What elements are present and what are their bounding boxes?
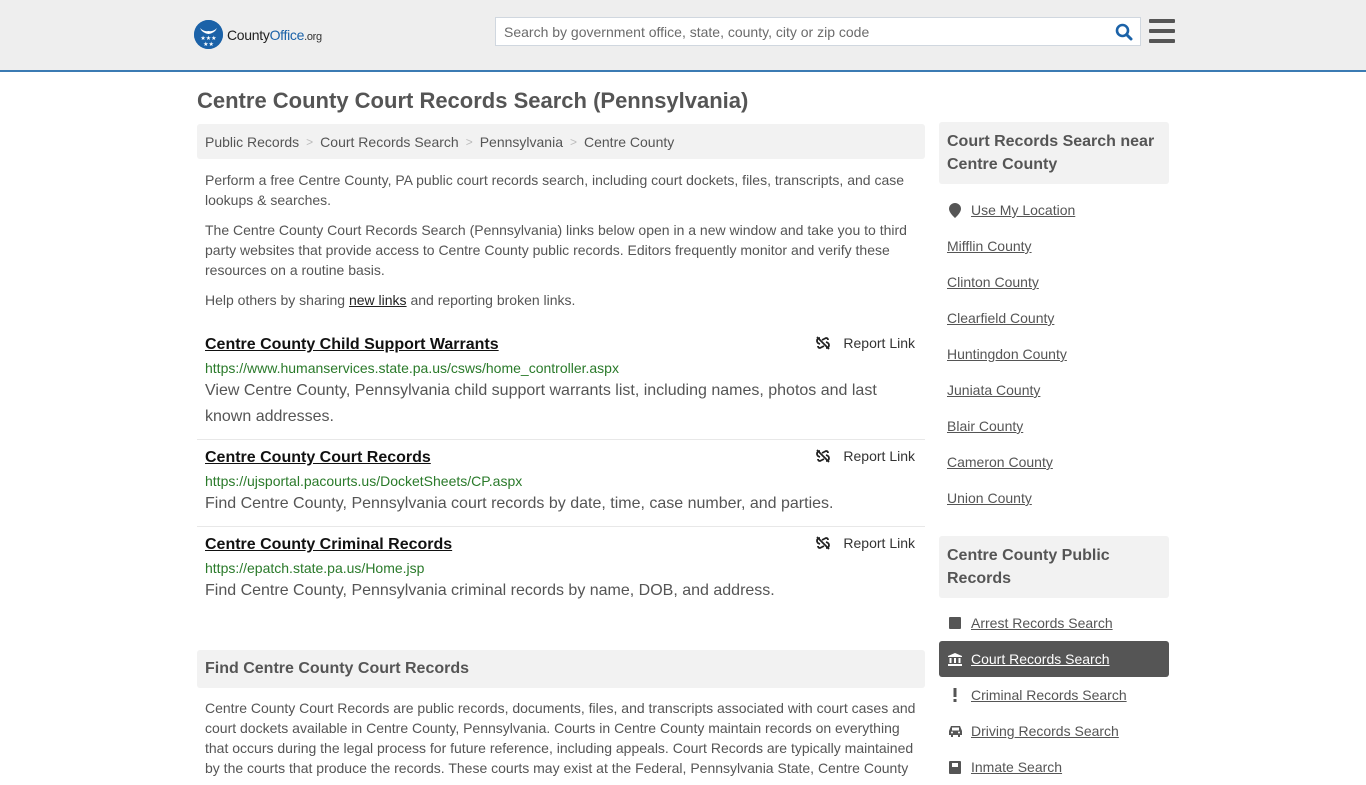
report-link-button[interactable]: Report Link <box>815 335 915 351</box>
use-my-location-link[interactable]: Use My Location <box>971 202 1075 218</box>
nearby-county-item[interactable]: Union County <box>939 480 1169 516</box>
nearby-county-link[interactable]: Juniata County <box>947 382 1040 398</box>
sidebar-item-inmate-search[interactable]: Inmate Search <box>939 749 1169 785</box>
result-title-link[interactable]: Centre County Child Support Warrants <box>205 335 499 355</box>
sidebar: Court Records Search near Centre County … <box>939 122 1169 785</box>
results-list: Centre County Child Support Warrants Rep… <box>197 327 925 613</box>
report-link-button[interactable]: Report Link <box>815 535 915 551</box>
intro-paragraph-2: The Centre County Court Records Search (… <box>205 222 907 278</box>
site-header: ★★★ ★★ CountyOffice.org <box>0 0 1366 72</box>
intro-paragraph-1: Perform a free Centre County, PA public … <box>205 172 905 208</box>
courthouse-icon <box>947 652 963 666</box>
logo-text: CountyOffice.org <box>227 26 322 43</box>
new-links-link[interactable]: new links <box>349 292 407 308</box>
eagle-badge-icon: ★★★ ★★ <box>194 20 223 49</box>
breadcrumb-public-records[interactable]: Public Records <box>205 134 299 150</box>
breadcrumb: Public Records > Court Records Search > … <box>197 124 925 159</box>
nearby-county-item[interactable]: Cameron County <box>939 444 1169 480</box>
nearby-heading: Court Records Search near Centre County <box>939 122 1169 184</box>
nearby-county-link[interactable]: Clearfield County <box>947 310 1054 326</box>
sidebar-link[interactable]: Court Records Search <box>971 651 1110 667</box>
broken-link-icon <box>816 449 831 463</box>
intro-text: Perform a free Centre County, PA public … <box>197 170 925 310</box>
search-icon <box>1115 23 1133 40</box>
search-bar <box>495 17 1141 46</box>
sidebar-item-driving-records[interactable]: Driving Records Search <box>939 713 1169 749</box>
breadcrumb-separator: > <box>569 134 577 149</box>
nearby-county-item[interactable]: Huntingdon County <box>939 336 1169 372</box>
breadcrumb-separator: > <box>465 134 473 149</box>
breadcrumb-centre-county[interactable]: Centre County <box>584 134 674 150</box>
nearby-county-item[interactable]: Clearfield County <box>939 300 1169 336</box>
inmate-icon <box>947 760 963 774</box>
sidebar-link[interactable]: Arrest Records Search <box>971 615 1113 631</box>
broken-link-icon <box>816 336 831 350</box>
result-description: View Centre County, Pennsylvania child s… <box>205 382 877 425</box>
nearby-county-item[interactable]: Blair County <box>939 408 1169 444</box>
intro-paragraph-3: Help others by sharing new links and rep… <box>205 292 576 308</box>
nearby-list: Use My Location Mifflin County Clinton C… <box>939 192 1169 516</box>
breadcrumb-pennsylvania[interactable]: Pennsylvania <box>480 134 563 150</box>
result-url: https://www.humanservices.state.pa.us/cs… <box>205 360 619 376</box>
search-input[interactable] <box>496 18 1108 45</box>
public-records-list: Arrest Records Search Court Records Sear… <box>939 605 1169 785</box>
exclamation-icon <box>947 688 963 702</box>
nearby-county-link[interactable]: Blair County <box>947 418 1023 434</box>
nearby-county-item[interactable]: Juniata County <box>939 372 1169 408</box>
sidebar-item-court-records[interactable]: Court Records Search <box>939 641 1169 677</box>
sidebar-link[interactable]: Criminal Records Search <box>971 687 1127 703</box>
result-title-link[interactable]: Centre County Criminal Records <box>205 535 452 555</box>
result-url: https://epatch.state.pa.us/Home.jsp <box>205 560 425 576</box>
nearby-county-item[interactable]: Clinton County <box>939 264 1169 300</box>
map-marker-icon <box>947 202 963 218</box>
nearby-county-link[interactable]: Union County <box>947 490 1032 506</box>
square-icon <box>947 617 963 629</box>
result-item: Centre County Criminal Records Report Li… <box>197 527 925 613</box>
site-logo[interactable]: ★★★ ★★ CountyOffice.org <box>194 20 322 49</box>
result-description: Find Centre County, Pennsylvania crimina… <box>205 582 775 599</box>
nearby-county-link[interactable]: Cameron County <box>947 454 1053 470</box>
sidebar-item-criminal-records[interactable]: Criminal Records Search <box>939 677 1169 713</box>
find-records-heading: Find Centre County Court Records <box>197 650 925 688</box>
use-my-location-item[interactable]: Use My Location <box>939 192 1169 228</box>
sidebar-item-arrest-records[interactable]: Arrest Records Search <box>939 605 1169 641</box>
search-button[interactable] <box>1108 18 1140 45</box>
car-icon <box>947 725 963 737</box>
nearby-county-link[interactable]: Huntingdon County <box>947 346 1067 362</box>
nearby-county-item[interactable]: Mifflin County <box>939 228 1169 264</box>
result-description: Find Centre County, Pennsylvania court r… <box>205 495 834 512</box>
nearby-county-link[interactable]: Clinton County <box>947 274 1039 290</box>
sidebar-link[interactable]: Driving Records Search <box>971 723 1119 739</box>
broken-link-icon <box>816 536 831 550</box>
svg-text:★★: ★★ <box>203 41 214 48</box>
find-records-body: Centre County Court Records are public r… <box>205 700 916 776</box>
breadcrumb-separator: > <box>306 134 314 149</box>
page-title: Centre County Court Records Search (Penn… <box>197 88 749 113</box>
result-item: Centre County Child Support Warrants Rep… <box>197 327 925 440</box>
report-link-button[interactable]: Report Link <box>815 448 915 464</box>
result-title-link[interactable]: Centre County Court Records <box>205 448 431 468</box>
hamburger-menu-icon[interactable] <box>1149 19 1175 43</box>
result-item: Centre County Court Records Report Link … <box>197 440 925 527</box>
public-records-heading: Centre County Public Records <box>939 536 1169 598</box>
nearby-county-link[interactable]: Mifflin County <box>947 238 1032 254</box>
breadcrumb-court-records-search[interactable]: Court Records Search <box>320 134 459 150</box>
sidebar-link[interactable]: Inmate Search <box>971 759 1062 775</box>
result-url: https://ujsportal.pacourts.us/DocketShee… <box>205 473 523 489</box>
main-content: Public Records > Court Records Search > … <box>197 124 925 778</box>
